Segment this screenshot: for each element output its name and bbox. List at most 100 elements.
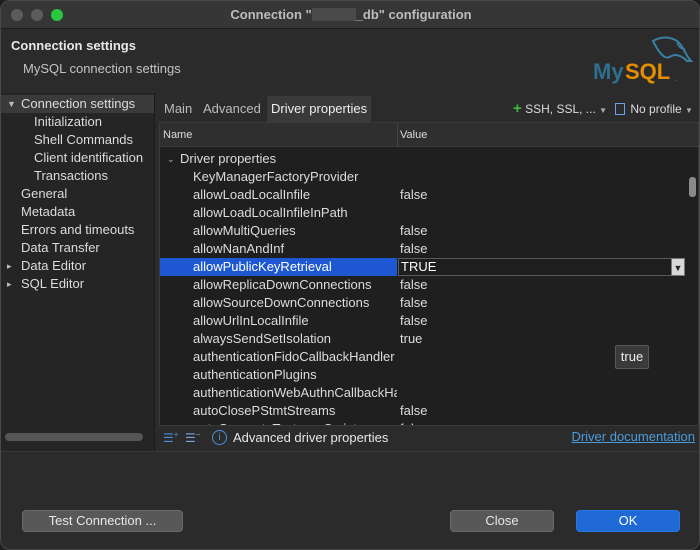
tab-advanced[interactable]: Advanced — [199, 96, 265, 122]
property-name: authenticationFidoCallbackHandler — [193, 349, 395, 364]
property-name: allowUrlInLocalInfile — [193, 313, 309, 328]
network-config-button[interactable]: + SSH, SSL, ... ▼ — [513, 100, 607, 118]
profile-label: No profile — [630, 102, 682, 116]
page-header: Connection settings MySQL connection set… — [1, 29, 699, 93]
advanced-driver-properties-label: Advanced driver properties — [233, 430, 389, 445]
property-value[interactable] — [398, 384, 686, 402]
property-value[interactable]: false — [398, 402, 686, 420]
sidebar-item-connection-settings[interactable]: ▼ Connection settings — [1, 95, 154, 113]
property-value[interactable] — [398, 168, 686, 186]
plus-icon: + — [513, 100, 522, 117]
table-row[interactable]: KeyManagerFactoryProvider — [160, 168, 686, 186]
properties-table: Name Value ⌄ Driver properties KeyManage… — [159, 122, 699, 426]
settings-sidebar: ▼ Connection settings Initialization She… — [1, 93, 155, 451]
table-row[interactable]: allowNanAndInf false — [160, 240, 686, 258]
group-label: Driver properties — [180, 151, 277, 166]
sidebar-item-errors-timeouts[interactable]: Errors and timeouts — [21, 221, 134, 239]
remove-property-icon[interactable]: ☰− — [185, 430, 200, 446]
table-row[interactable]: allowLoadLocalInfileInPath — [160, 204, 686, 222]
sidebar-item-label: SQL Editor — [21, 276, 85, 291]
tab-driver-properties[interactable]: Driver properties — [267, 96, 372, 122]
svg-text:SQL: SQL — [625, 59, 670, 84]
property-value[interactable] — [398, 204, 686, 222]
chevron-down-icon: ▼ — [7, 99, 16, 109]
sidebar-item-data-editor[interactable]: ▸ Data Editor — [1, 257, 154, 275]
document-icon — [615, 103, 625, 115]
property-name: allowNanAndInf — [193, 241, 285, 256]
chevron-down-icon: ▼ — [599, 106, 608, 115]
redacted-connection-name — [311, 8, 356, 21]
sidebar-item-data-transfer[interactable]: Data Transfer — [21, 239, 100, 257]
table-vertical-scrollbar[interactable] — [689, 177, 696, 197]
group-row-driver-properties[interactable]: ⌄ Driver properties — [160, 150, 686, 168]
ok-button[interactable]: OK — [576, 510, 680, 532]
property-name: KeyManagerFactoryProvider — [193, 169, 359, 184]
property-name: allowLoadLocalInfile — [193, 187, 311, 202]
table-row[interactable]: allowMultiQueries false — [160, 222, 686, 240]
property-value[interactable]: false — [398, 240, 686, 258]
sidebar-item-general[interactable]: General — [21, 185, 67, 203]
connection-config-window: Connection " _db" configuration Connectio… — [0, 0, 700, 550]
info-icon: i — [212, 430, 227, 445]
table-row-selected[interactable]: allowPublicKeyRetrieval TRUE ▼ — [160, 258, 686, 276]
column-header-name[interactable]: Name — [160, 123, 192, 147]
property-value[interactable]: false — [398, 312, 686, 330]
property-name: allowPublicKeyRetrieval — [160, 258, 397, 276]
tab-main[interactable]: Main — [160, 96, 196, 122]
table-header: Name Value — [160, 123, 698, 147]
sidebar-item-transactions[interactable]: Transactions — [34, 167, 108, 185]
driver-documentation-link[interactable]: Driver documentation — [571, 429, 695, 444]
sidebar-item-metadata[interactable]: Metadata — [21, 203, 75, 221]
table-row[interactable]: allowReplicaDownConnections false — [160, 276, 686, 294]
sidebar-item-sql-editor[interactable]: ▸ SQL Editor — [1, 275, 154, 293]
chevron-right-icon[interactable]: ▸ — [7, 275, 15, 293]
window-title: Connection " _db" configuration — [1, 7, 699, 22]
chevron-down-icon: ▼ — [685, 106, 693, 115]
sidebar-horizontal-scrollbar[interactable] — [5, 433, 143, 441]
close-button[interactable]: Close — [450, 510, 554, 532]
chevron-right-icon[interactable]: ▸ — [7, 257, 15, 275]
property-name: allowReplicaDownConnections — [193, 277, 372, 292]
property-name: authenticationPlugins — [193, 367, 317, 382]
table-row[interactable]: allowSourceDownConnections false — [160, 294, 686, 312]
sidebar-item-label: Connection settings — [21, 96, 136, 111]
dropdown-arrow-icon[interactable]: ▼ — [671, 258, 685, 276]
window-title-suffix: _db" configuration — [355, 7, 472, 22]
property-name: allowSourceDownConnections — [193, 295, 370, 310]
property-value[interactable]: false — [398, 294, 686, 312]
table-row[interactable]: autoClosePStmtStreams false — [160, 402, 686, 420]
property-name: allowMultiQueries — [193, 223, 296, 238]
column-header-value[interactable]: Value — [397, 123, 427, 147]
sidebar-item-client-identification[interactable]: Client identification — [34, 149, 143, 167]
window-title-prefix: Connection " — [230, 7, 312, 22]
add-property-icon[interactable]: ☰+ — [163, 430, 178, 446]
dialog-button-bar: Test Connection ... Close OK — [1, 451, 699, 549]
table-row[interactable]: allowLoadLocalInfile false — [160, 186, 686, 204]
property-name: allowLoadLocalInfileInPath — [193, 205, 348, 220]
property-name: autoClosePStmtStreams — [193, 403, 336, 418]
table-row[interactable]: allowUrlInLocalInfile false — [160, 312, 686, 330]
svg-text:My: My — [593, 59, 624, 84]
property-name: authenticationWebAuthnCallbackHandler — [193, 385, 397, 400]
value-dropdown-option[interactable]: true — [615, 345, 649, 369]
page-title: Connection settings — [11, 38, 136, 53]
title-bar: Connection " _db" configuration — [1, 1, 699, 29]
tab-bar: Main Advanced Driver properties + SSH, S… — [159, 96, 699, 122]
sidebar-item-shell-commands[interactable]: Shell Commands — [34, 131, 133, 149]
network-config-label: SSH, SSL, ... — [525, 102, 596, 116]
test-connection-button[interactable]: Test Connection ... — [22, 510, 183, 532]
table-row[interactable]: authenticationFidoCallbackHandler — [160, 348, 686, 366]
mysql-logo-icon: My SQL . — [593, 36, 694, 84]
table-row[interactable]: authenticationPlugins — [160, 366, 686, 384]
table-row[interactable]: alwaysSendSetIsolation true — [160, 330, 686, 348]
property-value[interactable]: false — [398, 186, 686, 204]
property-value[interactable]: false — [398, 276, 686, 294]
sidebar-item-initialization[interactable]: Initialization — [34, 113, 102, 131]
property-value-editor[interactable]: TRUE — [398, 258, 684, 276]
page-subtitle: MySQL connection settings — [23, 61, 181, 76]
property-name: alwaysSendSetIsolation — [193, 331, 332, 346]
property-value[interactable]: false — [398, 222, 686, 240]
table-row[interactable]: authenticationWebAuthnCallbackHandler — [160, 384, 686, 402]
profile-selector[interactable]: No profile ▼ — [615, 100, 693, 118]
driver-properties-panel: Main Advanced Driver properties + SSH, S… — [159, 96, 699, 451]
